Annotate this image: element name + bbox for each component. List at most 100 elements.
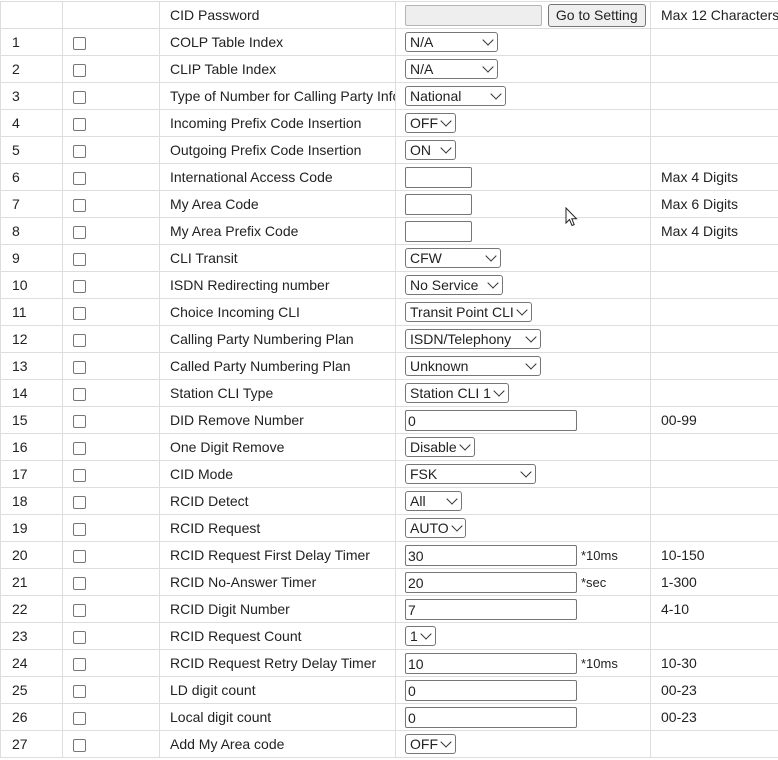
row-number: 3 <box>0 82 63 110</box>
setting-control <box>395 217 651 245</box>
row-checkbox[interactable] <box>73 306 86 320</box>
row-checkbox[interactable] <box>73 117 86 131</box>
row-checkbox[interactable] <box>73 360 86 374</box>
setting-select[interactable]: 1 <box>405 626 436 646</box>
row-checkbox[interactable] <box>73 495 86 509</box>
row-checkbox[interactable] <box>73 711 86 725</box>
row-checkbox[interactable] <box>73 630 86 644</box>
checkbox-cell <box>62 271 160 299</box>
unit-label: *10ms <box>581 547 618 563</box>
setting-label: International Access Code <box>159 163 396 191</box>
chevron-down-icon <box>440 142 452 154</box>
row-number: 21 <box>0 568 63 596</box>
row-checkbox[interactable] <box>73 522 86 536</box>
setting-select[interactable]: ON <box>405 140 456 160</box>
chevron-down-icon <box>485 250 497 262</box>
row-checkbox[interactable] <box>73 414 86 428</box>
setting-note <box>650 136 778 164</box>
setting-select[interactable]: No Service <box>405 275 503 295</box>
chevron-down-icon <box>520 466 532 478</box>
row-checkbox[interactable] <box>73 576 86 590</box>
setting-input[interactable] <box>405 166 472 188</box>
setting-select[interactable]: All <box>405 491 462 511</box>
row-checkbox[interactable] <box>73 684 86 698</box>
row-number: 19 <box>0 514 63 542</box>
row-checkbox[interactable] <box>73 63 86 77</box>
go-to-setting-button[interactable]: Go to Setting <box>547 3 646 27</box>
setting-select[interactable]: National <box>405 86 506 106</box>
setting-select[interactable]: N/A <box>405 32 498 52</box>
setting-select[interactable]: Disable <box>405 437 475 457</box>
setting-note <box>650 514 778 542</box>
chevron-down-icon <box>450 520 463 532</box>
unit-label: *10ms <box>581 655 618 671</box>
setting-input[interactable]: 30 <box>405 544 577 566</box>
setting-input[interactable]: 20 <box>405 571 577 593</box>
setting-label: RCID Request Count <box>159 622 396 650</box>
checkbox-cell <box>62 298 160 326</box>
setting-input[interactable]: 0 <box>405 679 577 701</box>
select-value: Station CLI 1 <box>410 385 491 401</box>
setting-note <box>650 109 778 137</box>
setting-input[interactable] <box>405 193 472 215</box>
row-checkbox[interactable] <box>73 36 86 50</box>
chevron-down-icon <box>420 628 432 640</box>
row-checkbox[interactable] <box>73 387 86 401</box>
setting-select[interactable]: Transit Point CLI <box>405 302 532 322</box>
setting-note: 4-10 <box>650 595 778 623</box>
setting-select[interactable]: Unknown <box>405 356 541 376</box>
row-checkbox[interactable] <box>73 657 86 671</box>
row-number: 1 <box>0 28 63 56</box>
checkbox-cell <box>62 406 160 434</box>
table-row: 13 Called Party Numbering Plan Unknown <box>0 352 778 380</box>
setting-select[interactable]: OFF <box>405 734 456 754</box>
setting-input[interactable]: 10 <box>405 652 577 674</box>
checkbox-cell <box>62 730 160 758</box>
row-checkbox[interactable] <box>73 252 86 266</box>
select-value: All <box>410 493 426 509</box>
row-checkbox[interactable] <box>73 549 86 563</box>
setting-control <box>395 163 651 191</box>
checkbox-cell <box>62 433 160 461</box>
table-row: 14 Station CLI Type Station CLI 1 <box>0 379 778 407</box>
table-row: 23 RCID Request Count 1 <box>0 622 778 650</box>
setting-select[interactable]: OFF <box>405 113 456 133</box>
row-checkbox[interactable] <box>73 171 86 185</box>
setting-label: RCID Detect <box>159 487 396 515</box>
checkbox-cell <box>62 703 160 731</box>
setting-input[interactable]: 0 <box>405 706 577 728</box>
table-row-header: CID Password Go to Setting Max 12 Charac… <box>0 1 778 29</box>
setting-select[interactable]: ISDN/Telephony <box>405 329 541 349</box>
setting-input[interactable] <box>405 220 472 242</box>
row-checkbox[interactable] <box>73 144 86 158</box>
setting-select[interactable]: AUTO <box>405 518 466 538</box>
row-checkbox[interactable] <box>73 441 86 455</box>
table-row: 26 Local digit count 0 00-23 <box>0 703 778 731</box>
setting-control: 1 <box>395 622 651 650</box>
row-checkbox[interactable] <box>73 603 86 617</box>
setting-input[interactable]: 0 <box>405 409 577 431</box>
setting-select[interactable]: N/A <box>405 59 498 79</box>
row-checkbox[interactable] <box>73 225 86 239</box>
row-number: 7 <box>0 190 63 218</box>
select-value: No Service <box>410 277 479 293</box>
setting-label: COLP Table Index <box>159 28 396 56</box>
checkbox-cell <box>62 568 160 596</box>
row-checkbox[interactable] <box>73 198 86 212</box>
setting-select[interactable]: CFW <box>405 248 501 268</box>
row-checkbox[interactable] <box>73 333 86 347</box>
setting-note <box>650 460 778 488</box>
row-checkbox[interactable] <box>73 468 86 482</box>
checkbox-cell <box>62 514 160 542</box>
row-checkbox[interactable] <box>73 738 86 752</box>
row-number: 16 <box>0 433 63 461</box>
row-checkbox[interactable] <box>73 90 86 104</box>
row-checkbox[interactable] <box>73 279 86 293</box>
setting-control: All <box>395 487 651 515</box>
setting-select[interactable]: FSK <box>405 464 536 484</box>
setting-select[interactable]: Station CLI 1 <box>405 383 509 403</box>
row-number: 12 <box>0 325 63 353</box>
setting-label: CID Mode <box>159 460 396 488</box>
setting-input[interactable]: 7 <box>405 598 577 620</box>
select-value: Unknown <box>410 358 469 374</box>
